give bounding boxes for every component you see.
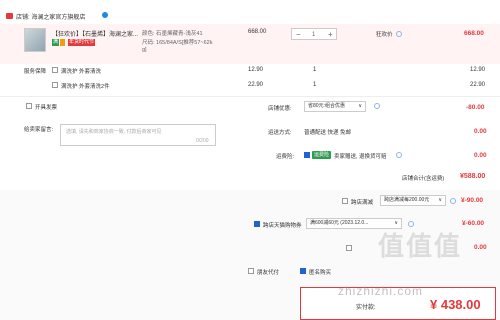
service-checkbox-2[interactable] — [52, 82, 58, 88]
product-tag-icon — [60, 39, 65, 46]
service-subtotal-2: 22.90 — [470, 82, 486, 88]
invoice-checkbox[interactable] — [26, 103, 32, 109]
insurance-text: 卖家赠送, 退换货可赔 — [334, 154, 387, 160]
info-icon[interactable] — [396, 152, 402, 158]
pay-amount: ¥ 438.00 — [430, 297, 481, 312]
info-icon[interactable] — [450, 198, 456, 204]
service-name-1: 满洗护 外套清洗 — [61, 69, 102, 75]
shipping-amount: 0.00 — [474, 128, 487, 135]
service-checkbox-1[interactable] — [52, 67, 58, 73]
product-tag-2: 年货时代节 — [68, 39, 96, 46]
shop-discount-value: 省80元:组合优惠 — [308, 103, 345, 109]
product-title[interactable]: 【狂欢价】【石墨烯】海澜之家... — [52, 29, 138, 38]
shipping-label: 运送方式: — [268, 130, 292, 136]
shop-discount-label: 店铺优惠: — [268, 106, 292, 112]
remark-counter: 0/200 — [196, 138, 209, 144]
watermark-logo: 值值值 — [378, 231, 463, 261]
shop-total-label: 店铺合计(含运费) — [402, 176, 445, 182]
product-size: 尺码: 165/84A/S[推荐57~62k — [142, 40, 213, 46]
coupon-value: 满600减60元 (2023.12.0... — [310, 220, 369, 226]
extra-checkbox[interactable] — [346, 245, 352, 251]
service-name-2: 满洗护 外套清洗2件 — [61, 84, 110, 90]
invoice-label[interactable]: 开具发票 — [35, 103, 57, 111]
shipping-value: 普通配送 快递 免邮 — [304, 130, 352, 136]
friend-pay-checkbox[interactable] — [248, 268, 254, 274]
service-price-2: 22.90 — [248, 82, 264, 88]
coupon-checkbox[interactable] — [254, 221, 260, 227]
remark-placeholder: 选填, 请先和商家协商一致, 付款后商家可见 — [66, 129, 162, 135]
coupon-amount: ¥-60.00 — [462, 220, 485, 227]
plus-icon[interactable]: + — [328, 30, 333, 39]
cross-store-checkbox[interactable] — [342, 198, 348, 204]
cross-store-select[interactable]: 跨店满减每200.00元 ∨ — [380, 195, 446, 206]
product-tag-1: 满 — [52, 39, 60, 46]
service-subtotal-1: 12.90 — [470, 67, 486, 73]
insurance-tag: 运费险 — [312, 151, 332, 159]
remark-label: 给卖家留言: — [24, 127, 54, 133]
shop-name[interactable]: 店铺: 海澜之家官方旗舰店 — [16, 12, 85, 21]
verified-icon — [102, 12, 108, 18]
insurance-amount: 0.00 — [474, 152, 487, 159]
cross-store-value: 跨店满减每200.00元 — [384, 197, 430, 203]
quantity-stepper[interactable]: − 1 + — [291, 28, 337, 40]
shop-total-amount: ¥588.00 — [460, 173, 486, 180]
product-image[interactable] — [24, 28, 46, 52]
shop-icon — [6, 13, 13, 19]
cross-store-label: 跨店满减 — [351, 200, 374, 206]
insurance-checkbox[interactable] — [304, 152, 310, 158]
anonymous-checkbox[interactable] — [300, 268, 306, 274]
info-icon[interactable] — [374, 103, 380, 109]
extra-amount: 0.00 — [474, 244, 487, 251]
watermark-text: zhizhizhi.com — [338, 284, 424, 298]
info-icon[interactable] — [396, 31, 402, 37]
service-price-1: 12.90 — [248, 67, 264, 73]
quantity-value[interactable]: 1 — [312, 31, 315, 40]
insurance-label: 运费险: — [276, 154, 295, 160]
product-price: 668.00 — [248, 29, 267, 35]
product-color: 颜色: 石墨烯藏青-浅灰41 — [142, 31, 203, 37]
product-promo: 狂欢价 — [376, 32, 393, 38]
service-qty-1: 1 — [313, 67, 317, 73]
shop-discount-amount: -80.00 — [466, 104, 485, 111]
friend-pay-label: 朋友代付 — [257, 270, 280, 276]
chevron-down-icon: ∨ — [358, 103, 362, 109]
divider — [0, 96, 500, 97]
chevron-down-icon: ∨ — [438, 197, 442, 203]
minus-icon[interactable]: − — [296, 30, 301, 39]
service-qty-2: 1 — [313, 82, 317, 88]
cross-store-amount: ¥-90.00 — [461, 197, 484, 204]
shop-discount-select[interactable]: 省80元:组合优惠 ∨ — [304, 101, 366, 112]
pay-label: 实付款: — [356, 305, 376, 311]
anonymous-label: 匿名购买 — [309, 270, 332, 276]
coupon-label: 跨店天猫购物券 — [263, 223, 302, 229]
product-size-cont: g] — [142, 47, 147, 53]
services-label: 服务保障 — [24, 69, 47, 75]
product-subtotal: 668.00 — [464, 30, 484, 37]
